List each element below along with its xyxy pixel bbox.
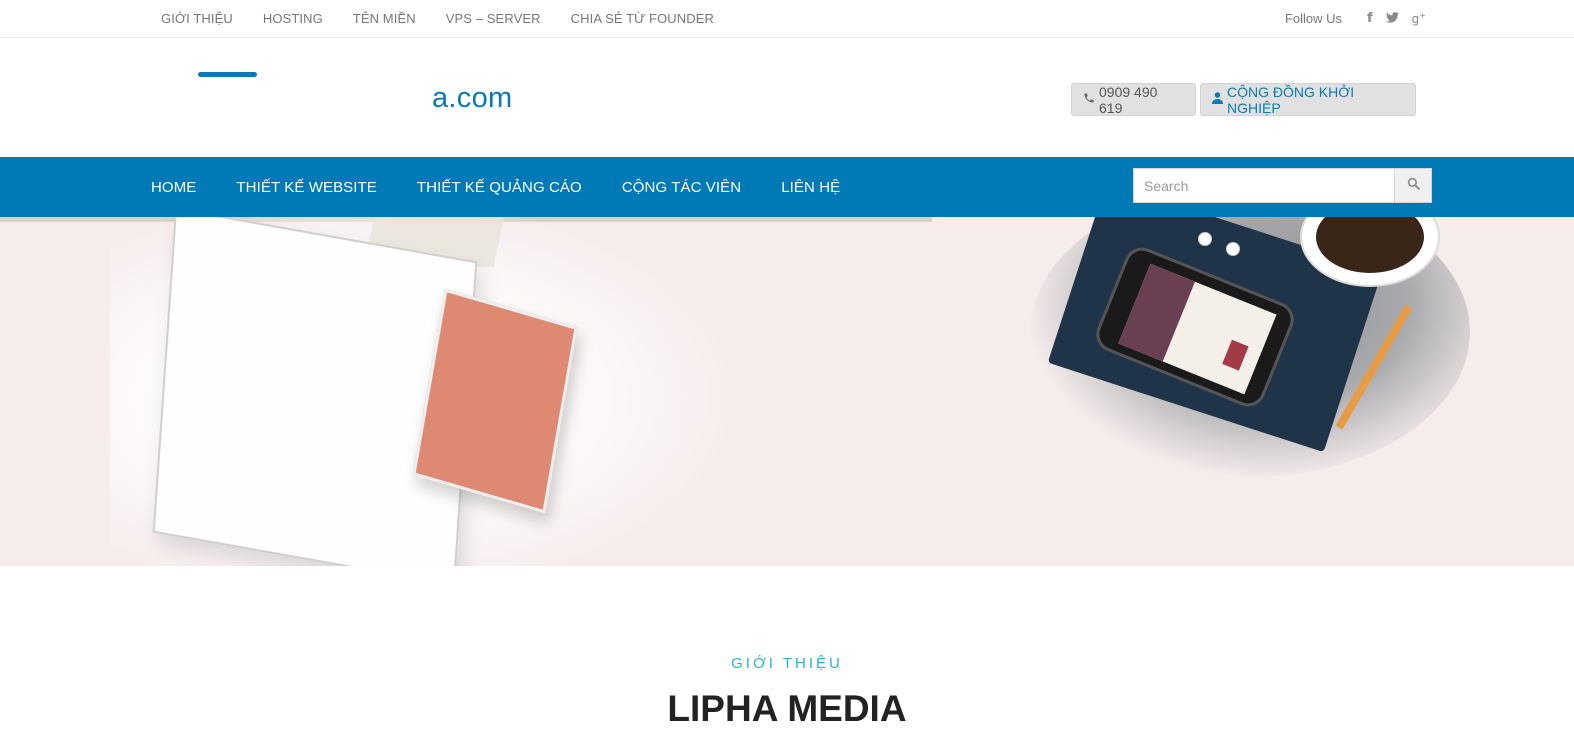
follow-us: Follow Us f g+ xyxy=(1285,0,1426,37)
logo-mark[interactable] xyxy=(198,72,257,77)
hero-phone-picture xyxy=(1118,263,1195,362)
section-eyebrow: GIỚI THIỆU xyxy=(731,655,843,672)
phone-number: 0909 490 619 xyxy=(1099,83,1158,116)
top-bar: GIỚI THIỆU HOSTING TÊN MIỀN VPS – SERVER… xyxy=(0,0,1574,38)
phone-button[interactable]: 0909 490 619 xyxy=(1071,83,1196,116)
search-button[interactable] xyxy=(1394,169,1431,202)
hero-earbud-image xyxy=(1198,232,1212,246)
hero-banner xyxy=(0,217,1574,566)
nav-cong-tac-vien[interactable]: CỘNG TÁC VIÊN xyxy=(622,179,741,196)
facebook-icon[interactable]: f xyxy=(1367,11,1373,26)
section-title: LIPHA MEDIA xyxy=(667,688,907,729)
phone-icon xyxy=(1083,92,1095,107)
hero-phone-button xyxy=(1222,339,1249,371)
site-header: a.com 0909 490 619 CỘNG ĐỒNG KHỞI NGHIỆP xyxy=(0,38,1574,157)
top-nav-vps-server[interactable]: VPS – SERVER xyxy=(446,11,541,26)
logo-text[interactable]: a.com xyxy=(432,82,512,115)
search-input[interactable] xyxy=(1134,169,1396,202)
top-nav-hosting[interactable]: HOSTING xyxy=(263,11,323,26)
top-nav-ten-mien[interactable]: TÊN MIỀN xyxy=(353,11,416,26)
nav-thiet-ke-website[interactable]: THIẾT KẾ WEBSITE xyxy=(236,179,377,196)
google-plus-icon[interactable]: g+ xyxy=(1412,11,1426,26)
twitter-icon[interactable] xyxy=(1385,11,1399,26)
top-nav-chia-se-tu-founder[interactable]: CHIA SẺ TỪ FOUNDER xyxy=(571,11,714,26)
hero-earbud-image xyxy=(1226,242,1240,256)
community-button[interactable]: CỘNG ĐỒNG KHỞI NGHIỆP xyxy=(1200,83,1416,116)
nav-lien-he[interactable]: LIÊN HỆ xyxy=(781,179,840,196)
search-box xyxy=(1133,168,1432,203)
main-nav: HOME THIẾT KẾ WEBSITE THIẾT KẾ QUẢNG CÁO… xyxy=(0,157,1574,217)
main-menu: HOME THIẾT KẾ WEBSITE THIẾT KẾ QUẢNG CÁO… xyxy=(151,157,880,217)
follow-us-label: Follow Us xyxy=(1284,11,1343,26)
search-icon xyxy=(1407,177,1420,195)
top-nav: GIỚI THIỆU HOSTING TÊN MIỀN VPS – SERVER… xyxy=(161,0,744,37)
nav-home[interactable]: HOME xyxy=(151,179,196,196)
top-nav-gioi-thieu[interactable]: GIỚI THIỆU xyxy=(161,11,233,26)
user-icon xyxy=(1212,92,1223,107)
community-label: CỘNG ĐỒNG KHỞI NGHIỆP xyxy=(1227,83,1355,116)
nav-thiet-ke-quang-cao[interactable]: THIẾT KẾ QUẢNG CÁO xyxy=(417,179,582,196)
